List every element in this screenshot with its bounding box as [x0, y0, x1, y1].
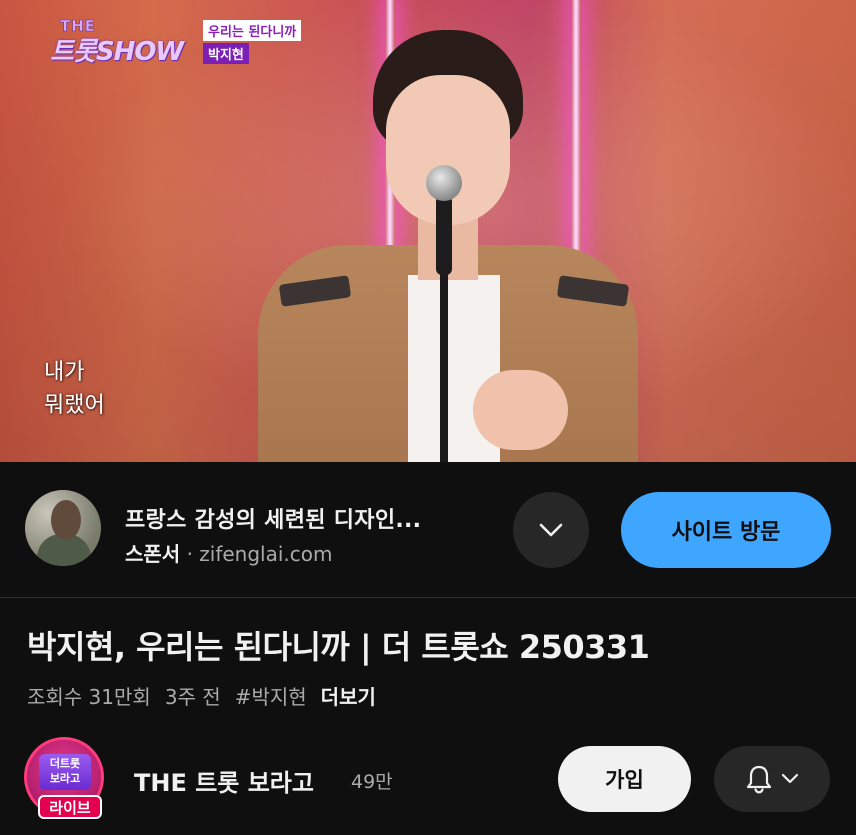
ad-thumbnail[interactable]: [25, 490, 101, 566]
notification-button[interactable]: [714, 746, 830, 812]
youtube-watch-page: THE 트롯SHOW 우리는 된다니까 박지현 내가 뭐랬어 프랑스 감성의 세…: [0, 0, 856, 835]
show-logo: THE 트롯SHOW: [50, 17, 200, 69]
lyric-line-1: 내가: [44, 360, 85, 385]
show-logo-name: 트롯SHOW: [50, 37, 184, 67]
sponsored-ad[interactable]: 프랑스 감성의 세련된 디자인... 스폰서 · zifenglai.com 사…: [0, 462, 856, 598]
section-divider: [0, 597, 856, 598]
chevron-down-icon: [781, 773, 799, 784]
avatar-text-line-1: 더트롯: [49, 757, 81, 770]
bell-icon: [746, 765, 772, 794]
ad-title[interactable]: 프랑스 감성의 세련된 디자인...: [125, 502, 421, 534]
chevron-down-icon: [539, 523, 563, 537]
more-button[interactable]: 더보기: [321, 681, 376, 710]
sponsor-label: 스폰서: [125, 542, 181, 566]
performer-hand: [473, 370, 568, 450]
artist-name-caption: 박지현: [203, 43, 249, 64]
video-metadata[interactable]: 조회수 31만회 3주 전 #박지현 더보기: [27, 681, 376, 710]
ad-subtitle: 스폰서 · zifenglai.com: [125, 538, 333, 567]
performer-image: [258, 30, 638, 462]
hashtag-link[interactable]: #박지현: [235, 681, 307, 710]
microphone-head: [426, 165, 462, 201]
microphone-body: [436, 195, 452, 275]
song-title-caption: 우리는 된다니까: [203, 20, 302, 41]
channel-name[interactable]: THE 트롯 보라고: [134, 763, 314, 798]
live-badge[interactable]: 라이브: [38, 795, 102, 819]
separator-dot: ·: [186, 542, 193, 566]
view-count: 조회수 31만회: [27, 685, 151, 709]
channel-avatar-logo: 더트롯 보라고: [39, 754, 91, 790]
upload-age: 3주 전: [164, 685, 221, 709]
join-button[interactable]: 가입: [558, 746, 691, 812]
video-player[interactable]: THE 트롯SHOW 우리는 된다니까 박지현 내가 뭐랬어: [0, 0, 856, 462]
avatar-text-line-2: 보라고: [49, 772, 81, 785]
visit-site-button[interactable]: 사이트 방문: [621, 492, 831, 568]
mic-stand: [440, 270, 448, 462]
ad-thumbnail-figure-head: [51, 500, 81, 540]
ad-expand-button[interactable]: [513, 492, 589, 568]
ad-domain: zifenglai.com: [199, 542, 333, 566]
video-title[interactable]: 박지현, 우리는 된다니까 | 더 트롯쇼 250331: [27, 622, 650, 668]
lyric-line-2: 뭐랬어: [44, 393, 105, 418]
subscriber-count: 49만: [351, 771, 393, 793]
